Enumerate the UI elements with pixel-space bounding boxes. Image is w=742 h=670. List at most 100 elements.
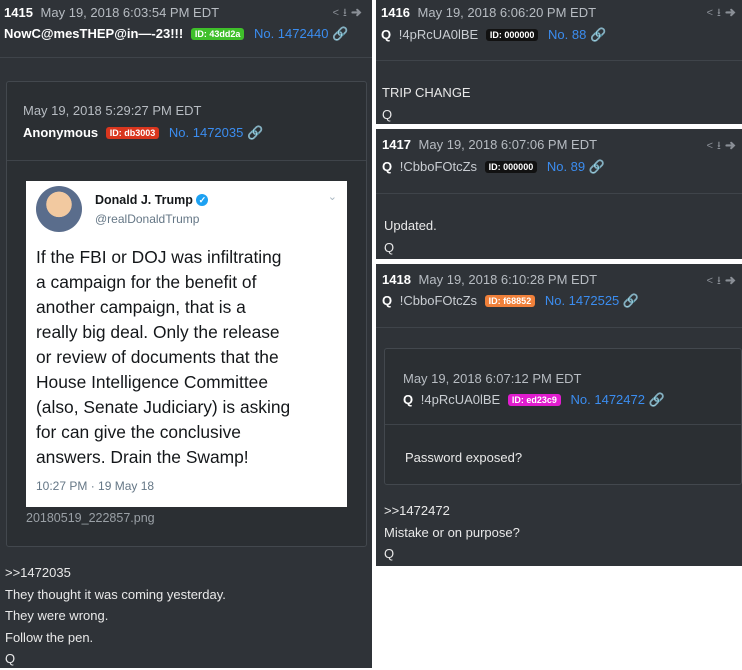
signature: Q — [382, 106, 393, 122]
tweet-line: for can give the conclusive — [36, 422, 241, 442]
quoted-date: May 19, 2018 6:07:12 PM EDT — [403, 371, 582, 386]
tweet-line: House Intelligence Committee — [36, 372, 268, 392]
id-badge: ID: 000000 — [485, 29, 539, 41]
body-line: They were wrong. — [5, 608, 109, 623]
post-header: 1416 May 19, 2018 6:06:20 PM EDT — [381, 5, 596, 20]
post-body: TRIP CHANGE Q — [382, 82, 471, 125]
id-badge: ID: f68852 — [484, 295, 536, 307]
quoted-date: May 19, 2018 5:29:27 PM EDT — [23, 103, 202, 118]
body-line: Mistake or on purpose? — [384, 524, 520, 540]
image-caption[interactable]: 20180519_222857.png — [26, 511, 155, 525]
post-date: May 19, 2018 6:03:54 PM EDT — [40, 5, 220, 20]
chevron-down-icon[interactable]: ⌄ — [328, 190, 337, 203]
quoted-post-link[interactable]: No. 1472472 🔗 — [571, 392, 665, 407]
post-1418: 1418 May 19, 2018 6:10:28 PM EDT <⭳➜ Q !… — [376, 264, 742, 566]
post-number: 1416 — [381, 5, 410, 20]
quote-reference[interactable]: >>1472472 — [384, 500, 520, 522]
post-author-line: Q !CbboFOtcZs ID: f68852 No. 1472525 🔗 — [382, 293, 639, 309]
post-actions: <⭳➜ — [707, 4, 740, 23]
tweet-line: really big deal. Only the release — [36, 322, 280, 342]
download-icon[interactable]: ⭳ — [717, 7, 725, 19]
download-icon[interactable]: ⭳ — [343, 7, 351, 19]
tripcode: !4pRcUA0lBE — [398, 27, 479, 42]
tweet-author: Donald J. Trump ✓ — [95, 193, 209, 207]
post-link[interactable]: No. 1472525 🔗 — [545, 293, 639, 308]
forward-icon[interactable]: ➜ — [725, 275, 740, 287]
post-header: 1417 May 19, 2018 6:07:06 PM EDT — [382, 137, 597, 152]
share-icon[interactable]: < — [707, 275, 717, 287]
link-icon: 🔗 — [246, 125, 264, 140]
post-number: 1418 — [382, 272, 411, 287]
tripcode: !CbboFOtcZs — [399, 293, 478, 308]
tweet-line: answers. Drain the Swamp! — [36, 447, 249, 467]
tweet-image[interactable]: Donald J. Trump ✓ @realDonaldTrump ⌄ If … — [26, 181, 347, 507]
quoted-post-1472472: May 19, 2018 6:07:12 PM EDT Q !4pRcUA0lB… — [384, 348, 742, 485]
link-icon: 🔗 — [332, 26, 349, 41]
post-link[interactable]: No. 1472440 🔗 — [254, 26, 348, 41]
body-line: They thought it was coming yesterday. — [5, 586, 226, 602]
author-name: NowC@mesTHEP@in—-23!!! — [4, 26, 184, 41]
tweet-time: 10:27 PM · 19 May 18 — [36, 479, 155, 493]
post-header: 1415 May 19, 2018 6:03:54 PM EDT — [4, 5, 219, 20]
download-icon[interactable]: ⭳ — [717, 275, 725, 287]
quote-reference[interactable]: >>1472035 — [5, 562, 226, 584]
post-header: 1418 May 19, 2018 6:10:28 PM EDT — [382, 272, 597, 287]
post-link[interactable]: No. 88 🔗 — [548, 27, 606, 42]
tweet-handle: @realDonaldTrump — [95, 212, 200, 226]
share-icon[interactable]: < — [707, 7, 717, 19]
header-divider — [376, 60, 742, 61]
post-date: May 19, 2018 6:06:20 PM EDT — [417, 5, 597, 20]
quoted-divider — [7, 160, 366, 161]
quoted-author-line: Q !4pRcUA0lBE ID: ed23c9 No. 1472472 🔗 — [403, 392, 665, 408]
id-badge: ID: db3003 — [105, 127, 160, 139]
post-1415: 1415 May 19, 2018 6:03:54 PM EDT <⭳➜ Now… — [0, 0, 372, 668]
post-body: >>1472035 They thought it was coming yes… — [5, 562, 226, 670]
post-author-line: Q !CbboFOtcZs ID: 000000 No. 89 🔗 — [382, 159, 605, 175]
body-line: Follow the pen. — [5, 629, 94, 645]
quoted-author: Anonymous — [23, 125, 99, 140]
quoted-author-line: Anonymous ID: db3003 No. 1472035 🔗 — [23, 125, 263, 141]
quoted-text: Password exposed? — [405, 450, 523, 465]
verified-badge-icon: ✓ — [196, 194, 209, 206]
id-badge: ID: 43dd2a — [190, 28, 245, 40]
id-badge: ID: 000000 — [484, 161, 538, 173]
tweet-text: If the FBI or DOJ was infiltrating a cam… — [36, 245, 290, 470]
post-link[interactable]: No. 89 🔗 — [547, 159, 605, 174]
share-icon[interactable]: < — [707, 140, 717, 152]
tweet-line: If the FBI or DOJ was infiltrating — [36, 247, 282, 267]
post-author-line: Q !4pRcUA0lBE ID: 000000 No. 88 🔗 — [381, 27, 606, 43]
body-line: Updated. — [384, 218, 437, 233]
post-actions: <⭳➜ — [707, 272, 740, 291]
link-icon: 🔗 — [589, 27, 607, 42]
quoted-post-link[interactable]: No. 1472035 🔗 — [169, 125, 263, 140]
post-1417: 1417 May 19, 2018 6:07:06 PM EDT <⭳➜ Q !… — [376, 129, 742, 259]
quoted-divider — [385, 424, 741, 425]
forward-icon[interactable]: ➜ — [351, 7, 366, 19]
post-date: May 19, 2018 6:07:06 PM EDT — [418, 137, 598, 152]
post-author-line: NowC@mesTHEP@in—-23!!! ID: 43dd2a No. 14… — [4, 26, 348, 42]
post-number: 1415 — [4, 5, 33, 20]
download-icon[interactable]: ⭳ — [717, 140, 725, 152]
avatar — [36, 186, 82, 232]
header-divider — [376, 193, 742, 194]
signature: Q — [384, 239, 395, 255]
signature: Q — [5, 651, 16, 666]
post-1416: 1416 May 19, 2018 6:06:20 PM EDT <⭳➜ Q !… — [376, 0, 742, 124]
body-line: TRIP CHANGE — [382, 85, 471, 100]
tweet-line: (also, Senate Judiciary) is asking — [36, 397, 291, 417]
quoted-author: Q — [403, 392, 414, 407]
tweet-line: or review of documents that the — [36, 347, 279, 367]
forward-icon[interactable]: ➜ — [725, 7, 740, 19]
post-body: Updated. Q — [384, 215, 437, 258]
share-icon[interactable]: < — [333, 7, 343, 19]
tweet-line: another campaign, that is a — [36, 297, 246, 317]
post-actions: <⭳➜ — [707, 137, 740, 156]
link-icon: 🔗 — [622, 293, 640, 308]
author-name: Q — [381, 27, 392, 42]
author-name: Q — [382, 159, 393, 174]
post-actions: <⭳➜ — [333, 4, 366, 23]
forward-icon[interactable]: ➜ — [725, 140, 740, 152]
author-name: Q — [382, 293, 393, 308]
link-icon: 🔗 — [588, 159, 605, 174]
tripcode: !4pRcUA0lBE — [420, 392, 501, 407]
